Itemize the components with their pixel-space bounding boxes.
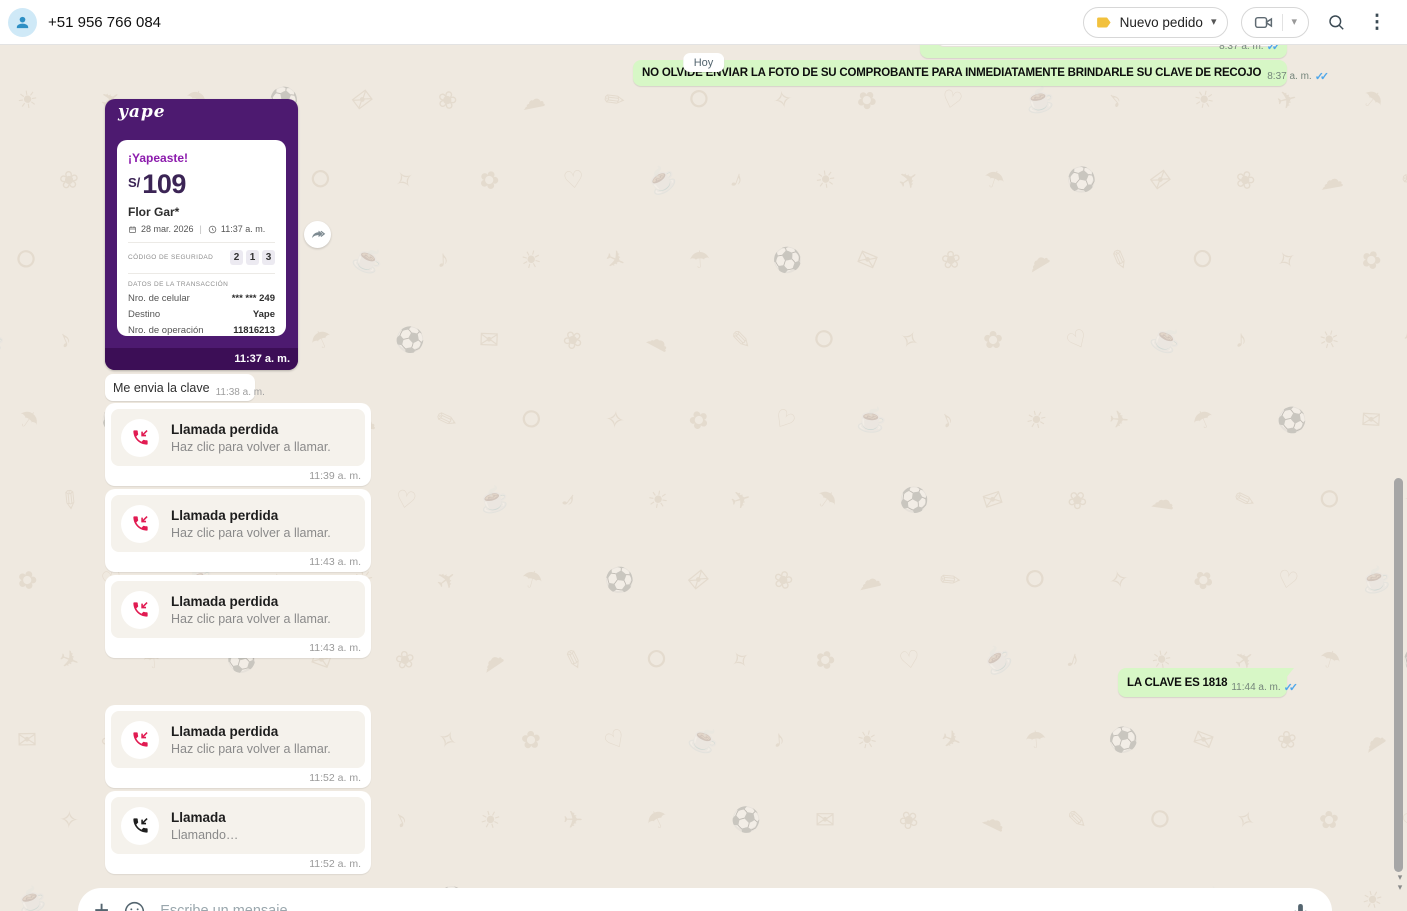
calendar-icon <box>128 225 137 234</box>
yape-logo: yape <box>118 102 166 122</box>
message-time: 11:43 a. m. <box>309 556 361 568</box>
missed-call-icon <box>121 505 159 543</box>
message-composer: + <box>78 888 1332 911</box>
new-order-button[interactable]: Nuevo pedido ▾ <box>1083 7 1229 38</box>
read-receipt-icon: ✓✓ <box>1315 70 1329 83</box>
video-call-button[interactable]: ▾ <box>1241 7 1309 38</box>
scroll-down-icon[interactable]: ▾ <box>1395 883 1405 892</box>
new-order-label: Nuevo pedido <box>1120 15 1203 30</box>
security-code: 2 1 3 <box>230 250 275 265</box>
clock-icon <box>208 225 217 234</box>
missed-call-icon <box>121 721 159 759</box>
date-separator: Hoy <box>683 53 725 72</box>
whatsapp-chat-window: ✿♡☕♪☀✈☂⚽✉❀☁✎⭘✧✿♡☕♪☀✈☂⚽✉❀☁✎⭘✧✿♡☕♪☀✈☂⚽✉❀☁✎… <box>0 0 1407 911</box>
recipient-name: Flor Gar* <box>128 205 275 219</box>
forward-icon <box>310 227 326 243</box>
emoji-icon[interactable] <box>123 900 146 911</box>
video-camera-icon <box>1253 12 1274 33</box>
call-back-button[interactable]: Llamada perdida Haz clic para volver a l… <box>111 711 365 768</box>
message-text: LA CLAVE ES 1818 <box>1127 677 1227 689</box>
chevron-down-icon: ▾ <box>1291 17 1297 28</box>
chevron-down-icon: ▾ <box>1211 17 1217 28</box>
yape-headline: ¡Yapeaste! <box>128 151 275 165</box>
message-time: 11:52 a. m. <box>309 858 361 870</box>
missed-call-message: Llamada perdida Haz clic para volver a l… <box>105 403 371 486</box>
ongoing-call-message: Llamada Llamando… 11:52 a. m. <box>105 791 371 874</box>
missed-call-icon <box>121 591 159 629</box>
message-input[interactable] <box>160 903 1277 911</box>
call-back-button[interactable]: Llamada perdida Haz clic para volver a l… <box>111 581 365 638</box>
message-text: NO OLVIDE ENVIAR LA FOTO DE SU COMPROBAN… <box>642 67 1261 79</box>
person-icon <box>14 14 31 31</box>
call-subtitle: Haz clic para volver a llamar. <box>171 742 331 756</box>
read-receipt-icon: ✓✓ <box>1284 681 1298 694</box>
message-time: 8:37 a. m. <box>1267 71 1311 82</box>
scroll-down-icon[interactable]: ▾ <box>1395 873 1405 882</box>
call-back-button[interactable]: Llamada perdida Haz clic para volver a l… <box>111 409 365 466</box>
message-text: Me envia la clave <box>113 381 210 395</box>
message-time: 11:44 a. m. <box>1231 682 1280 693</box>
missed-call-message: Llamada perdida Haz clic para volver a l… <box>105 575 371 658</box>
call-button[interactable]: Llamada Llamando… <box>111 797 365 854</box>
chat-header: +51 956 766 084 Nuevo pedido ▾ ▾ ⋮ <box>0 0 1407 45</box>
search-icon <box>1327 13 1346 32</box>
search-button[interactable] <box>1322 7 1350 38</box>
call-title: Llamada perdida <box>171 508 331 523</box>
call-subtitle: Haz clic para volver a llamar. <box>171 440 331 454</box>
call-subtitle: Llamando… <box>171 828 238 842</box>
missed-call-message: Llamada perdida Haz clic para volver a l… <box>105 705 371 788</box>
yape-receipt-card: ¡Yapeaste! S/ 109 Flor Gar* 28 mar. 2026… <box>117 140 286 336</box>
message-time: 11:43 a. m. <box>309 642 361 654</box>
currency-symbol: S/ <box>128 175 140 198</box>
outgoing-message-reminder: NO OLVIDE ENVIAR LA FOTO DE SU COMPROBAN… <box>633 60 1287 86</box>
call-icon <box>121 807 159 845</box>
message-time: 11:37 a. m. <box>105 348 298 370</box>
message-time: 11:52 a. m. <box>309 772 361 784</box>
missed-call-message: Llamada perdida Haz clic para volver a l… <box>105 489 371 572</box>
avatar[interactable] <box>8 8 37 37</box>
transaction-data-label: DATOS DE LA TRANSACCIÓN <box>128 281 275 288</box>
call-title: Llamada perdida <box>171 594 331 609</box>
call-title: Llamada perdida <box>171 422 331 437</box>
incoming-message: Me envia la clave 11:38 a. m. <box>105 374 255 401</box>
message-time: 11:38 a. m. <box>216 387 265 398</box>
forward-message-button[interactable] <box>304 221 331 248</box>
scrollbar-thumb[interactable] <box>1394 478 1403 872</box>
call-subtitle: Haz clic para volver a llamar. <box>171 526 331 540</box>
transaction-time: 11:37 a. m. <box>221 224 265 234</box>
call-title: Llamada perdida <box>171 724 331 739</box>
yape-receipt-image[interactable]: yape ¡Yapeaste! S/ 109 Flor Gar* 28 mar.… <box>105 99 298 370</box>
contact-phone-title[interactable]: +51 956 766 084 <box>48 14 161 31</box>
amount-value: 109 <box>142 171 186 198</box>
outgoing-message-key: LA CLAVE ES 1818 11:44 a. m. ✓✓ <box>1118 668 1287 697</box>
message-time: 11:39 a. m. <box>309 470 361 482</box>
attach-plus-icon[interactable]: + <box>94 897 109 911</box>
kebab-menu-icon: ⋮ <box>1368 11 1387 34</box>
menu-button[interactable]: ⋮ <box>1363 7 1391 38</box>
call-back-button[interactable]: Llamada perdida Haz clic para volver a l… <box>111 495 365 552</box>
mic-icon[interactable] <box>1291 902 1310 911</box>
security-code-label: CÓDIGO DE SEGURIDAD <box>128 254 213 261</box>
call-title: Llamada <box>171 810 238 825</box>
transaction-date: 28 mar. 2026 <box>141 224 194 234</box>
label-tag-icon <box>1095 14 1112 31</box>
call-subtitle: Haz clic para volver a llamar. <box>171 612 331 626</box>
missed-call-icon <box>121 419 159 457</box>
